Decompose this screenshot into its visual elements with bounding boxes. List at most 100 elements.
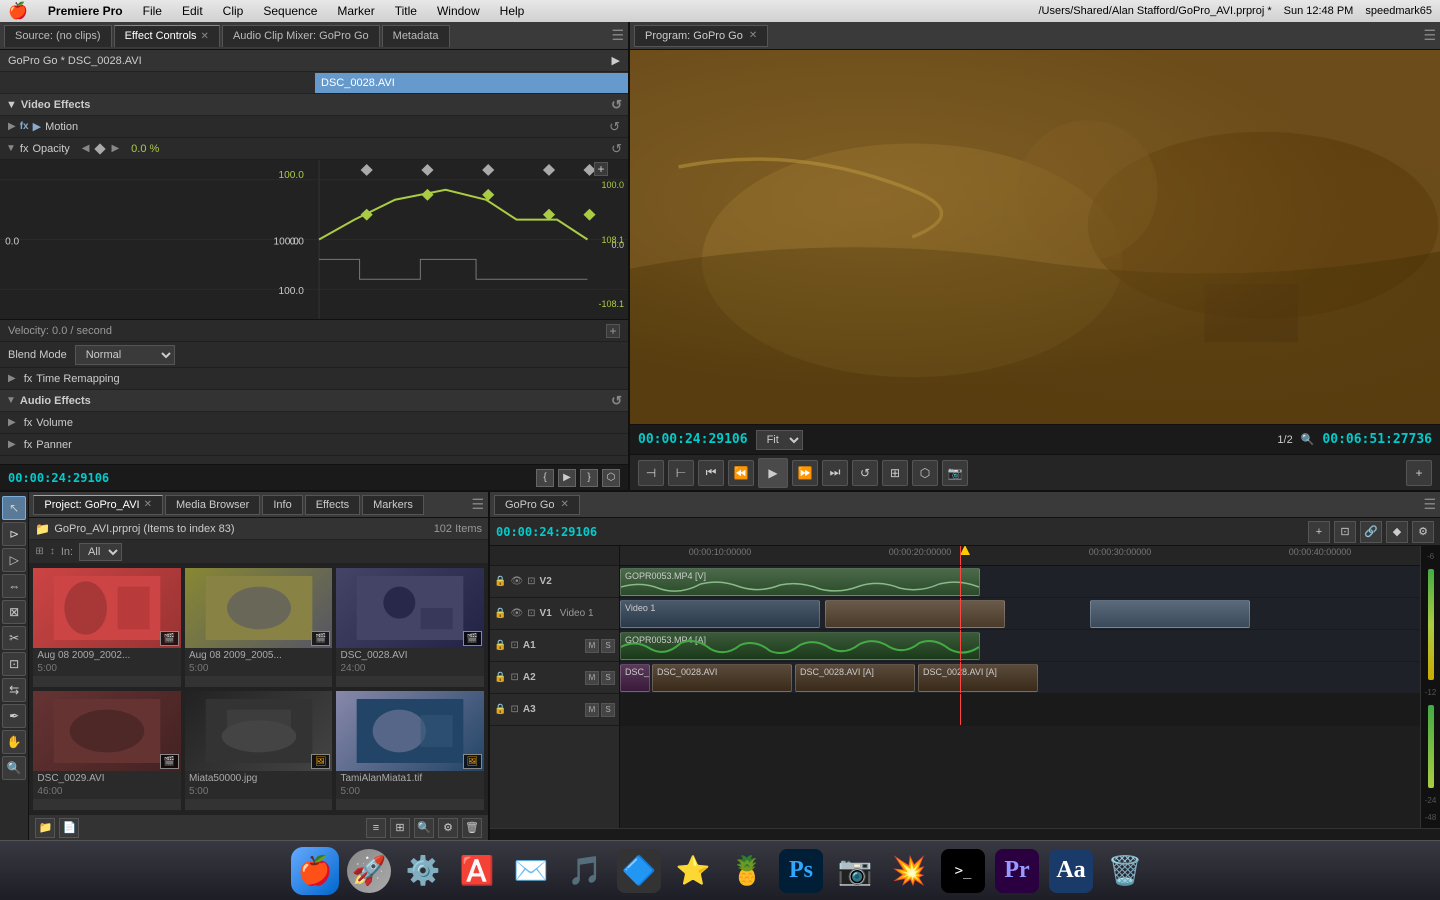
safe-zones-btn[interactable]: ⊞ [882,460,908,486]
zoom-tool[interactable]: 🔍 [2,756,26,780]
media-item-3[interactable]: 🎬 DSC_0029.AVI 46:00 [33,691,181,810]
effect-controls-close[interactable]: ✕ [201,31,209,42]
a1-solo[interactable]: S [601,639,615,653]
panner-row[interactable]: ▶ fx Panner [0,434,628,456]
clip-v2[interactable]: GOPR0053.MP4 [V] [620,568,980,596]
timeline-menu[interactable]: ☰ [1423,496,1436,513]
media-item-1[interactable]: 🎬 Aug 08 2009_2005... 5:00 [185,568,333,687]
clip-a2-1[interactable]: DSC_002 [620,664,650,692]
title-menu[interactable]: Title [391,4,421,18]
dock-effects[interactable]: 💥 [885,847,933,895]
step-fwd-btn[interactable]: ⏩ [792,460,818,486]
delete-btn[interactable]: 🗑 [462,818,482,838]
help-menu[interactable]: Help [496,4,529,18]
trim-in-btn[interactable]: ⊣ [638,460,664,486]
tl-markers[interactable]: ◆ [1386,521,1408,543]
search-btn[interactable]: 🔍 [414,818,434,838]
clip-v1-2[interactable] [825,600,1005,628]
marker-menu[interactable]: Marker [333,4,378,18]
v2-eye[interactable]: 👁 [510,576,523,587]
dock-trash[interactable]: 🗑️ [1101,847,1149,895]
v2-sync[interactable]: ⊡ [527,576,535,587]
media-item-5[interactable]: 🖼 TamiAlanMiata1.tif 5:00 [336,691,484,810]
extra-lock[interactable]: 🔒 [494,704,506,715]
a2-sync[interactable]: ⊡ [510,672,518,683]
panel-menu-button[interactable]: ☰ [611,27,624,44]
new-bin-btn[interactable]: 📁 [35,818,55,838]
timeline-scrollbar[interactable] [490,828,1440,840]
dock-photoshop[interactable]: Ps [777,847,825,895]
video-effects-header[interactable]: ▼ Video Effects ↺ [0,94,628,116]
dock-finder[interactable]: 🍎 [291,847,339,895]
program-tab-close[interactable]: ✕ [749,30,757,41]
opacity-next-kf[interactable]: ▶ [111,143,119,154]
audio-mixer-tab[interactable]: Audio Clip Mixer: GoPro Go [222,25,380,47]
next-edit-btn[interactable]: ⏭ [822,460,848,486]
project-menu[interactable]: ☰ [471,496,484,513]
v1-eye[interactable]: 👁 [510,608,523,619]
project-tab[interactable]: Project: GoPro_AVI ✕ [33,495,163,515]
file-menu[interactable]: File [139,4,166,18]
icon-view-btn[interactable]: ⊞ [390,818,410,838]
pen-tool[interactable]: ✒ [2,704,26,728]
source-tab[interactable]: Source: (no clips) [4,25,112,47]
markers-tab[interactable]: Markers [362,495,424,515]
v2-lock[interactable]: 🔒 [494,576,506,587]
dock-squarespace[interactable]: 🔷 [615,847,663,895]
dock-terminal[interactable]: >_ [939,847,987,895]
fit-dropdown[interactable]: Fit [756,430,803,450]
effects-tab[interactable]: Effects [305,495,360,515]
video-effects-collapse[interactable]: ▼ [6,99,17,111]
sort-toggle[interactable]: ↕ [50,546,55,557]
clip-a2-2[interactable]: DSC_0028.AVI [652,664,792,692]
dock-premiere[interactable]: Pr [993,847,1041,895]
a2-solo[interactable]: S [601,671,615,685]
opacity-reset[interactable]: ↺ [611,141,622,157]
tl-settings[interactable]: ⚙ [1412,521,1434,543]
list-view-btn[interactable]: ≡ [366,818,386,838]
view-toggle[interactable]: ⊞ [35,546,43,557]
new-item-btn[interactable]: 📄 [59,818,79,838]
in-point-btn[interactable]: { [536,469,554,487]
clip-v1-3[interactable] [1090,600,1250,628]
app-name[interactable]: Premiere Pro [44,4,127,18]
rolling-edit-tool[interactable]: ⇔ [2,574,26,598]
dock-camera[interactable]: 📷 [831,847,879,895]
ripple-edit-tool[interactable]: ▷ [2,548,26,572]
a3-solo[interactable]: S [601,703,615,717]
dock-mail[interactable]: ✉️ [507,847,555,895]
output-btn[interactable]: ⬡ [912,460,938,486]
apple-menu[interactable]: 🍎 [8,1,28,21]
media-browser-tab[interactable]: Media Browser [165,495,260,515]
play-btn[interactable]: ▶ [558,469,576,487]
media-item-4[interactable]: 🖼 Miata50000.jpg 5:00 [185,691,333,810]
motion-effect-row[interactable]: ▶ fx ▶ Motion ↺ [0,116,628,138]
opacity-add-kf[interactable] [95,143,106,154]
program-menu[interactable]: ☰ [1423,27,1436,44]
export-frame-btn[interactable]: 📷 [942,460,968,486]
timeline-timecode[interactable]: 00:00:24:29106 [496,525,597,539]
sequence-menu[interactable]: Sequence [259,4,321,18]
slip-tool[interactable]: ⊡ [2,652,26,676]
info-tab[interactable]: Info [262,495,302,515]
track-select-tool[interactable]: ⊳ [2,522,26,546]
program-timecode-in[interactable]: 00:00:24:29106 [638,432,748,447]
tl-add-track[interactable]: + [1308,521,1330,543]
a2-lock[interactable]: 🔒 [494,672,506,683]
prev-edit-btn[interactable]: ⏮ [698,460,724,486]
audio-reset[interactable]: ↺ [611,393,622,409]
a1-mute[interactable]: M [585,639,599,653]
motion-reset[interactable]: ↺ [609,119,620,135]
audio-effects-header[interactable]: ▼ Audio Effects ↺ [0,390,628,412]
clip-a2-4[interactable]: DSC_0028.AVI [A] [918,664,1038,692]
a3-mute[interactable]: M [585,703,599,717]
clip-a1[interactable]: GOPR0053.MP4 [A] [620,632,980,660]
media-item-0[interactable]: 🎬 Aug 08 2009_2002... 5:00 [33,568,181,687]
play-btn[interactable]: ▶ [758,458,788,488]
extra-sync[interactable]: ⊡ [510,704,518,715]
project-close[interactable]: ✕ [144,499,152,510]
graph-add-button[interactable]: + [594,162,608,176]
metadata-tab[interactable]: Metadata [382,25,450,47]
opacity-prev-kf[interactable]: ◀ [82,143,90,154]
clip-a2-3[interactable]: DSC_0028.AVI [A] [795,664,915,692]
